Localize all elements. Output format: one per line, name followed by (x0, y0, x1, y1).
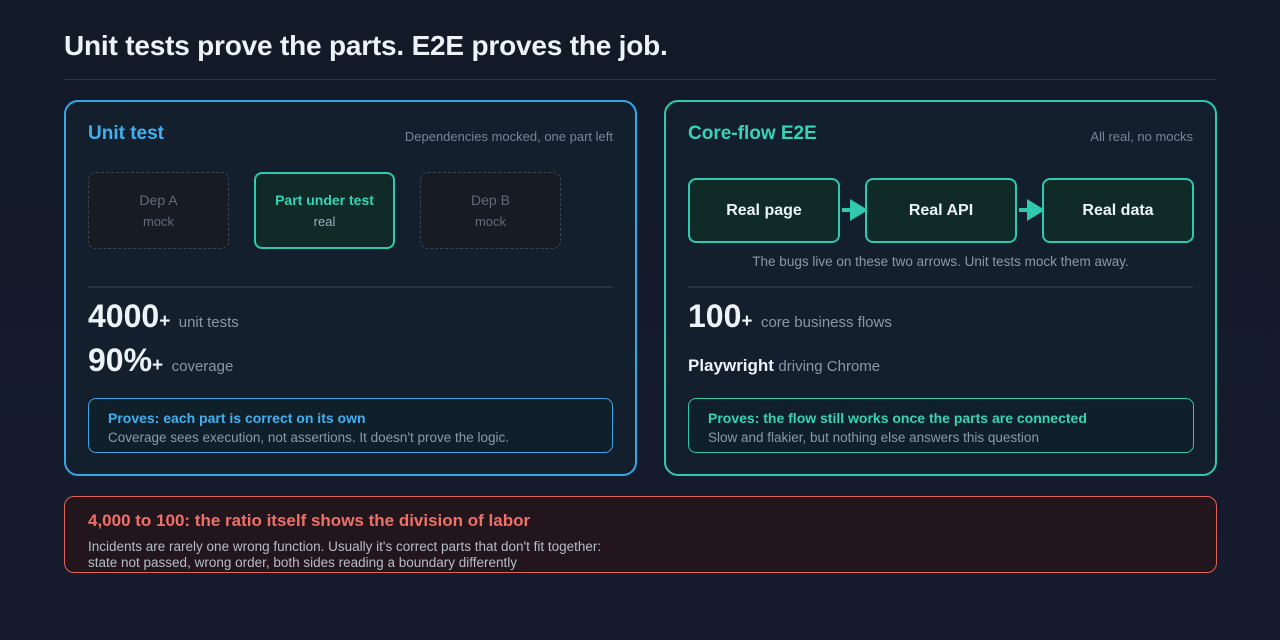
stat-suffix: + (741, 311, 753, 332)
box-kind: mock (142, 213, 175, 229)
dep-a-box: Dep A mock (88, 172, 229, 249)
proves-body: Coverage sees execution, not assertions.… (108, 430, 510, 445)
proves-heading: Proves: the flow still works once the pa… (708, 410, 1087, 426)
tool-label: driving Chrome (778, 358, 881, 375)
stat-suffix: + (159, 311, 171, 332)
stat-suffix: + (152, 355, 164, 376)
proves-heading: Proves: each part is correct on its own (108, 410, 366, 426)
coverage-stat: 90%+ coverage (88, 342, 233, 379)
e2e-card-divider (688, 286, 1193, 288)
stat-label: coverage (171, 358, 234, 375)
title-divider (64, 79, 1216, 80)
box-name: Part under test (275, 191, 374, 208)
box-kind: mock (474, 213, 507, 229)
unit-test-card: Unit test Dependencies mocked, one part … (64, 100, 637, 476)
unit-proves-box: Proves: each part is correct on its own … (88, 398, 613, 453)
box-name: Dep A (139, 191, 178, 208)
e2e-card: Core-flow E2E All real, no mocks Real pa… (664, 100, 1217, 476)
unit-card-subtitle: Dependencies mocked, one part left (404, 129, 613, 144)
stat-value: 90% (88, 342, 153, 378)
box-name: Dep B (471, 191, 510, 208)
stat-label: core business flows (760, 314, 892, 331)
stat-value: 100 (688, 298, 742, 334)
proves-body: Slow and flakier, but nothing else answe… (708, 430, 1039, 445)
stat-value: 4000 (88, 298, 160, 334)
unit-card-divider (88, 286, 613, 288)
callout-line-2: state not passed, wrong order, both side… (88, 555, 518, 570)
tool-stat: Playwright driving Chrome (688, 356, 880, 376)
real-api-box: Real API (865, 178, 1017, 243)
unit-card-title: Unit test (88, 123, 164, 144)
unit-tests-stat: 4000+ unit tests (88, 298, 239, 335)
ratio-callout: 4,000 to 100: the ratio itself shows the… (64, 496, 1217, 573)
callout-heading: 4,000 to 100: the ratio itself shows the… (88, 511, 531, 530)
flow-note: The bugs live on these two arrows. Unit … (752, 254, 1129, 269)
e2e-card-subtitle: All real, no mocks (1090, 129, 1193, 144)
tool-name: Playwright (688, 356, 774, 375)
e2e-card-title: Core-flow E2E (688, 123, 817, 144)
e2e-proves-box: Proves: the flow still works once the pa… (688, 398, 1194, 453)
box-kind: real (313, 213, 336, 229)
real-data-box: Real data (1042, 178, 1194, 243)
dep-b-box: Dep B mock (420, 172, 561, 249)
stat-label: unit tests (178, 314, 239, 331)
real-page-box: Real page (688, 178, 840, 243)
page-title: Unit tests prove the parts. E2E proves t… (64, 30, 668, 61)
part-under-test-box: Part under test real (254, 172, 395, 249)
core-flows-stat: 100+ core business flows (688, 298, 892, 335)
callout-line-1: Incidents are rarely one wrong function.… (88, 539, 602, 554)
